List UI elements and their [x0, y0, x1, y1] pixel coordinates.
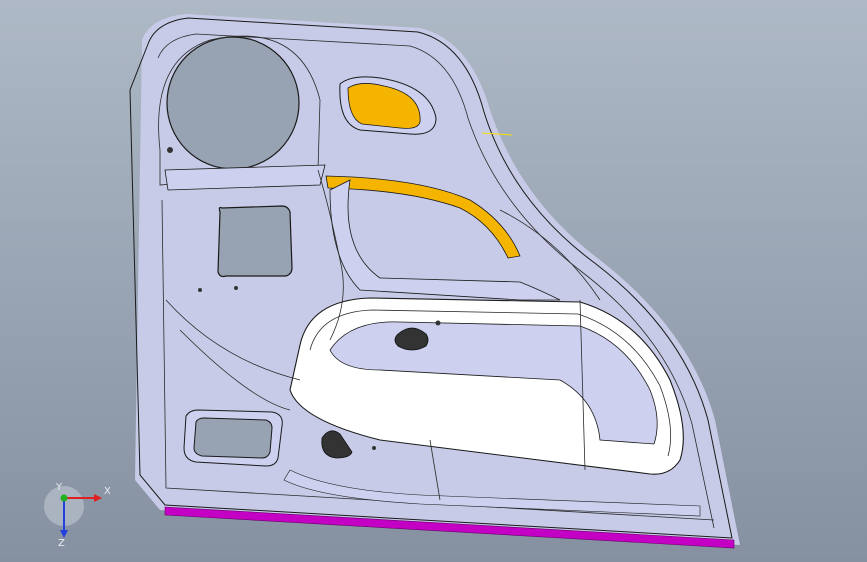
mount-hole-2 [198, 288, 202, 292]
door-panel-model[interactable] [0, 0, 867, 562]
mount-hole-4 [372, 446, 376, 450]
triad-y-label: Y [55, 482, 63, 493]
orientation-triad[interactable]: X Y Z [40, 478, 110, 548]
lower-left-pocket-cutout[interactable] [193, 417, 273, 459]
square-cutout[interactable] [217, 205, 293, 278]
mount-hole-5 [435, 320, 441, 326]
speaker-cutout[interactable] [166, 36, 300, 170]
mount-hole-3 [234, 286, 238, 290]
triad-x-arrow [94, 494, 102, 502]
graphics-viewport[interactable]: X Y Z [0, 0, 867, 562]
triad-x-label: X [104, 486, 110, 497]
mount-hole-1 [167, 147, 173, 153]
triad-z-label: Z [58, 538, 65, 548]
triad-z-arrow [60, 530, 68, 538]
triad-y-axis-dot [60, 494, 68, 502]
